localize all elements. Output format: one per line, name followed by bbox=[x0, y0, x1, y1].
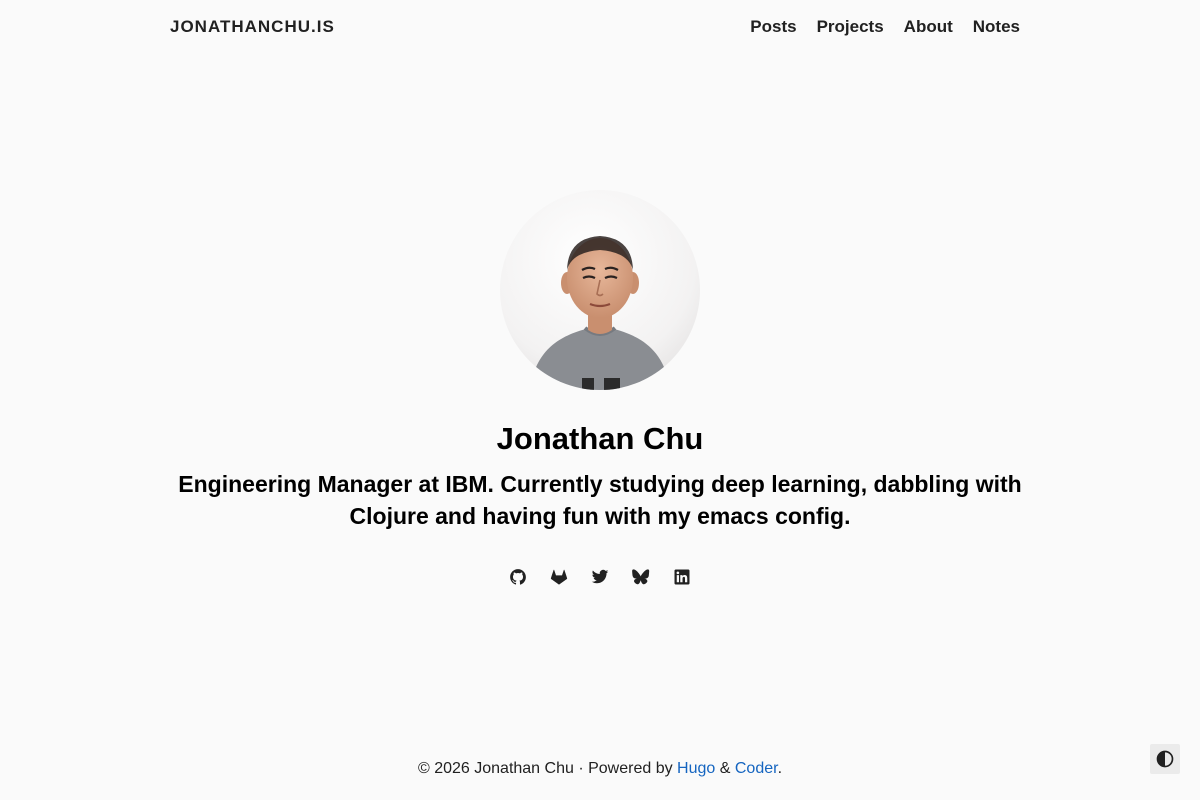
github-link[interactable] bbox=[509, 568, 527, 586]
footer-separator: · bbox=[573, 760, 589, 777]
top-navbar: JONATHANCHU.IS Posts Projects About Note… bbox=[170, 0, 1020, 54]
bluesky-link[interactable] bbox=[632, 568, 650, 586]
avatar bbox=[500, 190, 700, 390]
footer-powered-by: Powered by bbox=[588, 760, 673, 777]
github-icon bbox=[510, 569, 526, 585]
profile-name: Jonathan Chu bbox=[496, 421, 704, 456]
social-links bbox=[0, 568, 1200, 591]
coder-link[interactable]: Coder bbox=[735, 760, 778, 777]
nav-menu: Posts Projects About Notes bbox=[750, 17, 1020, 37]
contrast-icon bbox=[1156, 750, 1174, 768]
profile-photo bbox=[500, 190, 700, 390]
linkedin-link[interactable] bbox=[673, 568, 691, 586]
gitlab-icon bbox=[550, 569, 568, 585]
nav-item-notes[interactable]: Notes bbox=[973, 17, 1020, 37]
profile-tagline: Engineering Manager at IBM. Currently st… bbox=[178, 471, 1022, 529]
linkedin-icon bbox=[674, 569, 690, 585]
profile-section: Jonathan Chu Engineering Manager at IBM.… bbox=[0, 190, 1200, 607]
gitlab-link[interactable] bbox=[550, 568, 568, 586]
site-brand-link[interactable]: JONATHANCHU.IS bbox=[170, 17, 335, 37]
twitter-icon bbox=[591, 569, 609, 584]
footer: © 2026 Jonathan Chu · Powered by Hugo & … bbox=[0, 759, 1200, 779]
theme-toggle-button[interactable] bbox=[1150, 744, 1180, 774]
page: JONATHANCHU.IS Posts Projects About Note… bbox=[0, 0, 1200, 800]
nav-item-about[interactable]: About bbox=[904, 17, 953, 37]
twitter-link[interactable] bbox=[591, 568, 609, 586]
nav-item-posts[interactable]: Posts bbox=[750, 17, 796, 37]
bluesky-icon bbox=[632, 569, 650, 585]
hugo-link[interactable]: Hugo bbox=[677, 760, 715, 777]
nav-item-projects[interactable]: Projects bbox=[817, 17, 884, 37]
footer-period: . bbox=[777, 760, 783, 777]
footer-copyright: © 2026 Jonathan Chu bbox=[417, 760, 574, 777]
footer-ampersand: & bbox=[719, 760, 731, 777]
